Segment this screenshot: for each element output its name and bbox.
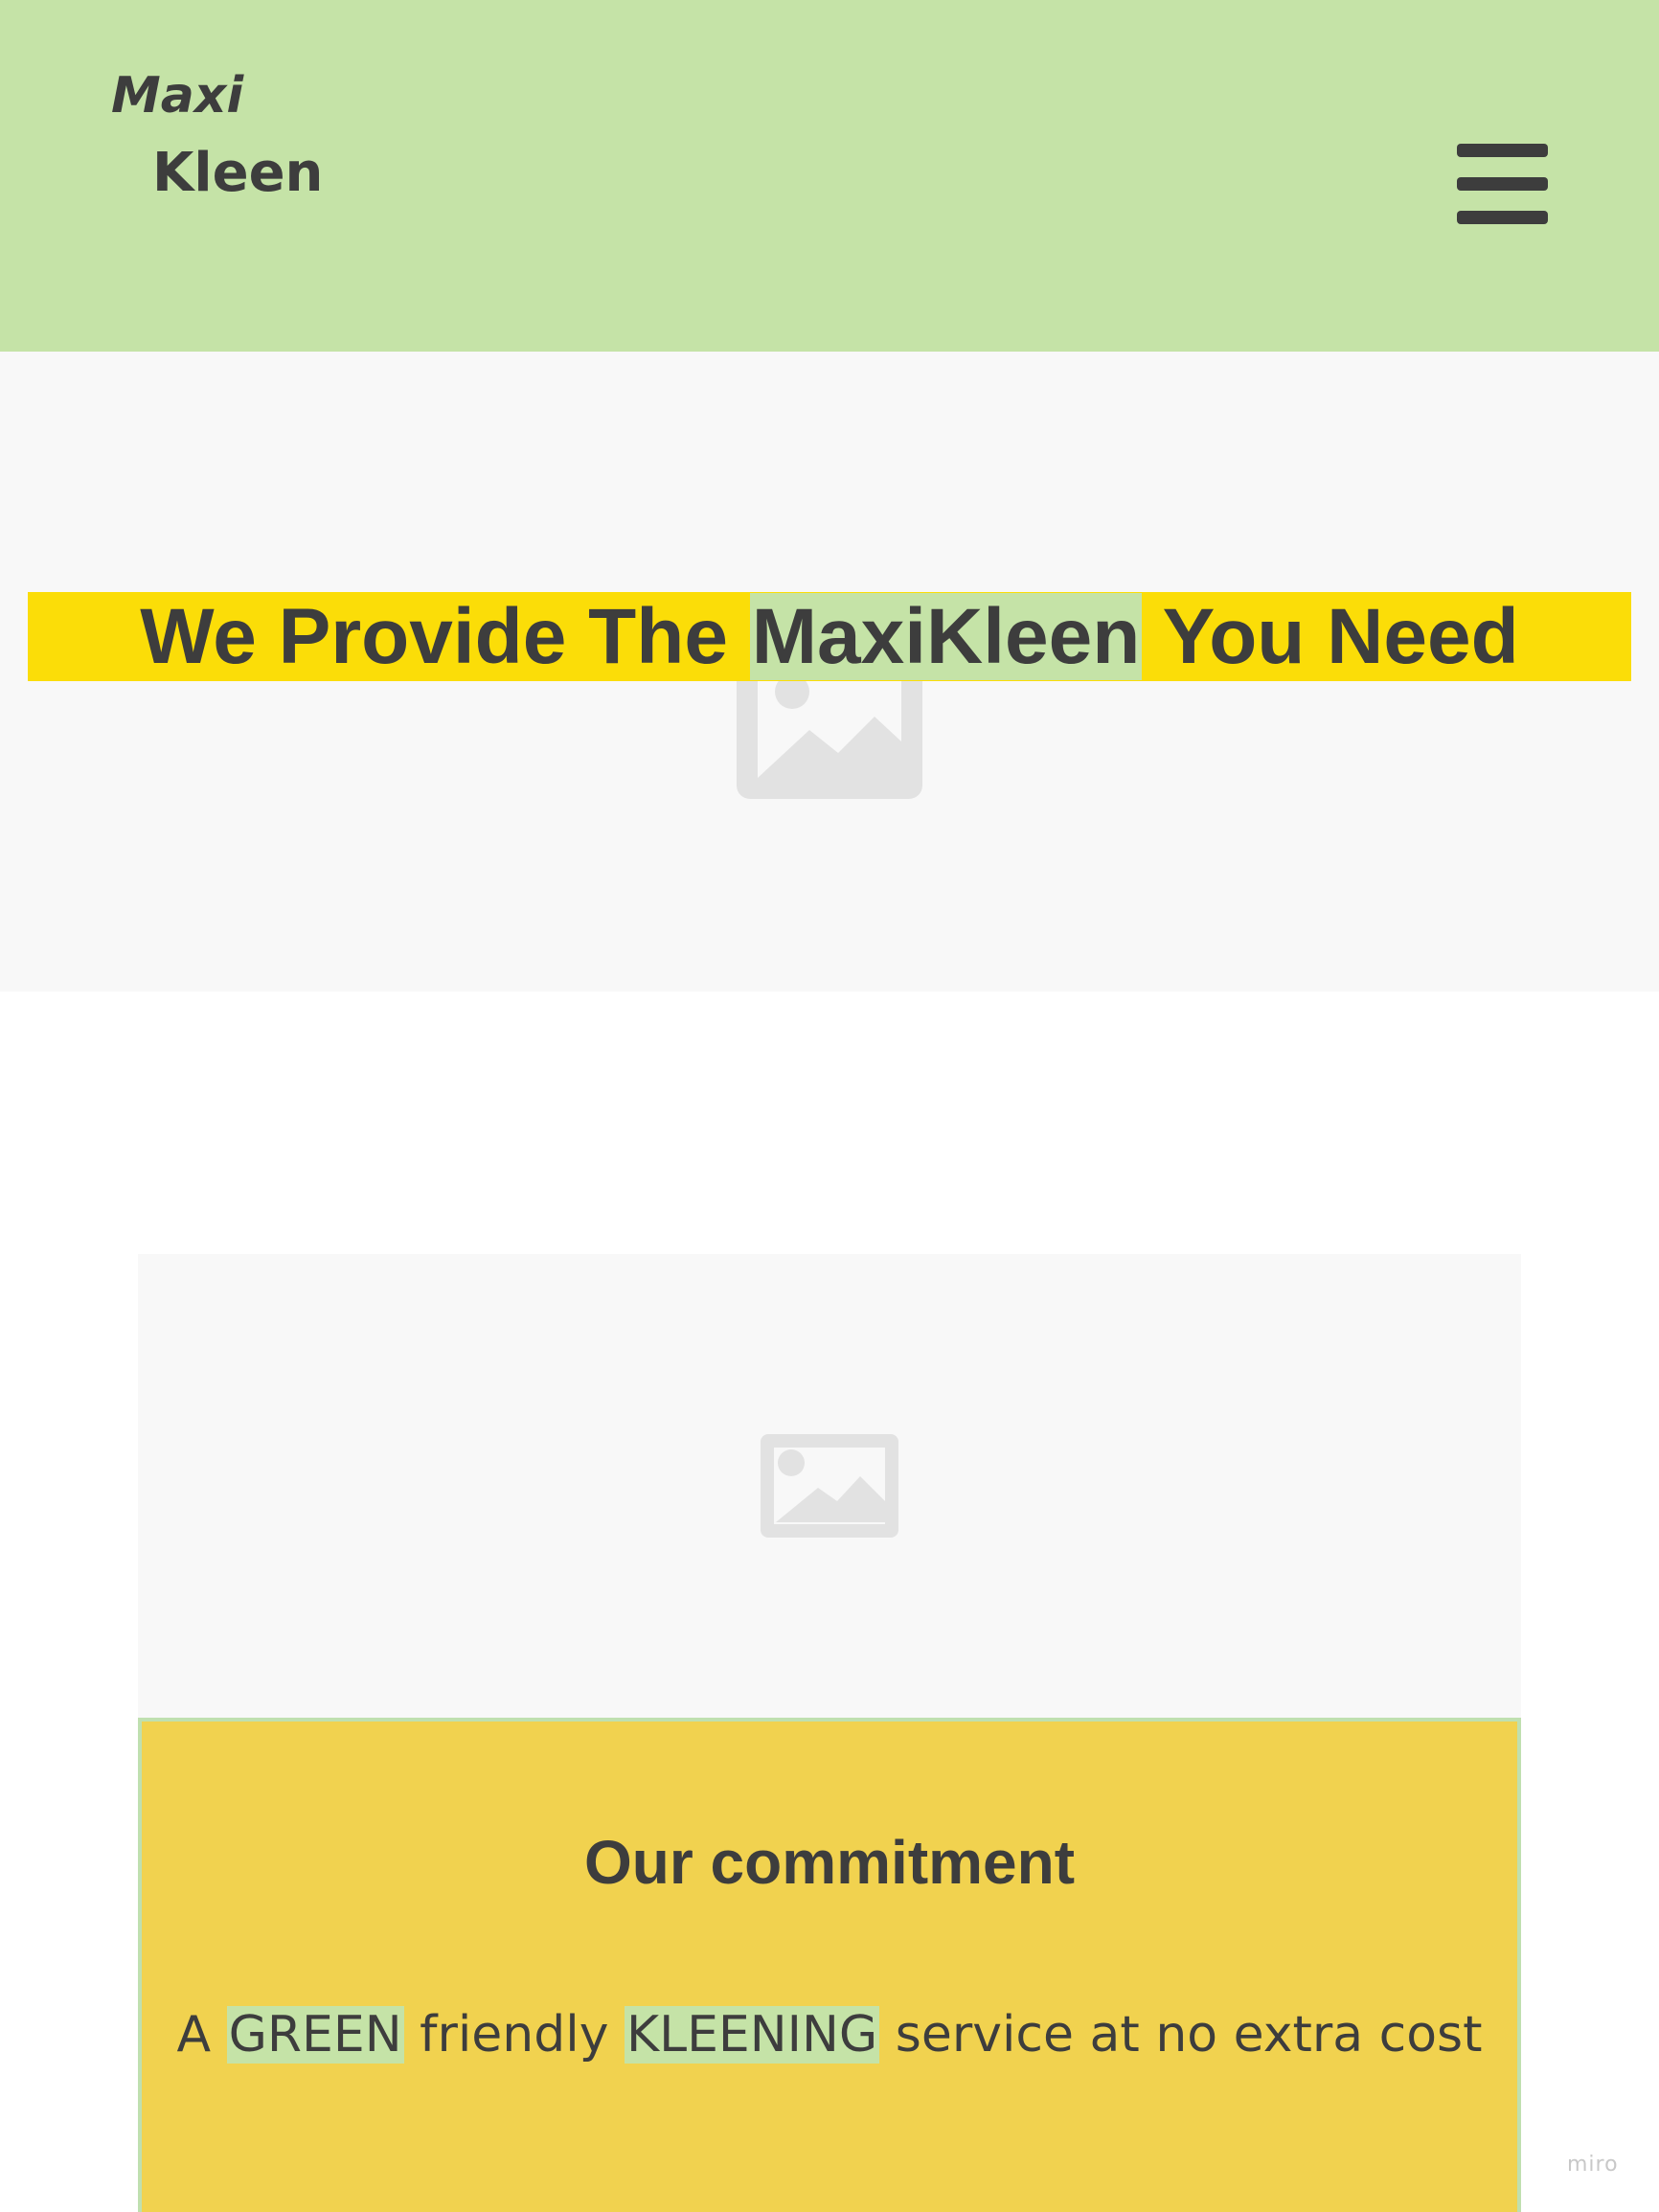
commitment-text: A GREEN friendly KLEENING service at no … [142, 1999, 1517, 2070]
hero-title-highlight: MaxiKleen [749, 593, 1143, 680]
menu-bar-middle [1457, 177, 1548, 191]
commitment-title: Our commitment [583, 1828, 1076, 1897]
image-placeholder-icon [761, 1434, 898, 1538]
commitment-highlight-green: GREEN [226, 2006, 404, 2064]
commitment-card: Our commitment A GREEN friendly KLEENING… [138, 1718, 1521, 2212]
hero-title-part2: You Need [1142, 593, 1519, 680]
hero-section: We Provide The MaxiKleen You Need [0, 352, 1659, 992]
commitment-highlight-kleening: KLEENING [625, 2006, 880, 2064]
commitment-text-part3: service at no extra cost [879, 2006, 1483, 2064]
hamburger-menu-icon[interactable] [1457, 144, 1548, 225]
site-header: Maxi Kleen [0, 0, 1659, 352]
logo-maxi[interactable]: Maxi [111, 67, 243, 125]
hero-title: We Provide The MaxiKleen You Need [28, 592, 1631, 681]
photo-placeholder [138, 1254, 1521, 1718]
logo-kleen[interactable]: Kleen [152, 142, 323, 204]
hero-title-part1: We Provide The [140, 593, 750, 680]
menu-bar-top [1457, 144, 1548, 157]
miro-watermark: miro [1567, 2153, 1619, 2177]
commitment-text-part1: A [176, 2006, 227, 2064]
commitment-text-part2: friendly [403, 2006, 625, 2064]
menu-bar-bottom [1457, 211, 1548, 224]
